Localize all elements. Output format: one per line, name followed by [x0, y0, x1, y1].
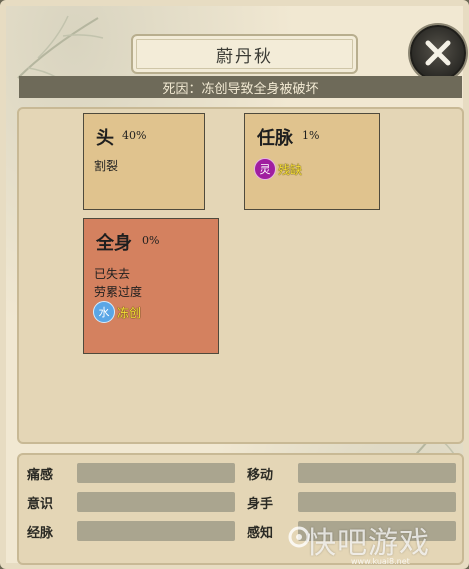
- status-tag-label: 残缺: [278, 162, 303, 177]
- character-name: 蔚丹秋: [216, 46, 273, 67]
- body-part-percent: 40%: [122, 129, 147, 142]
- stat-bar-movement: [298, 463, 456, 483]
- stat-bar-pain: [77, 463, 235, 483]
- stat-label-movement: 移动: [247, 468, 274, 483]
- body-part-name: 头: [96, 128, 114, 149]
- body-part-percent: 1%: [302, 129, 320, 142]
- close-button[interactable]: [410, 25, 466, 81]
- watermark-text: 快吧游戏: [306, 526, 430, 561]
- death-cause-banner: 死因：冻创导致全身被破坏: [19, 76, 462, 98]
- character-name-plate: 蔚丹秋: [131, 34, 358, 74]
- stat-bar-consciousness: [77, 492, 235, 512]
- stat-label-perception: 感知: [247, 526, 274, 541]
- status-tag[interactable]: 水 冻创: [93, 301, 141, 323]
- stat-bar-agility: [298, 492, 456, 512]
- body-part-card-whole-body[interactable]: 全身 0% 已失去 劳累过度 水 冻创: [83, 218, 219, 354]
- body-part-condition: 割裂: [94, 157, 118, 175]
- condition-line: 劳累过度: [94, 285, 143, 299]
- stat-label-meridian: 经脉: [27, 526, 54, 541]
- close-x-icon: [425, 40, 451, 66]
- body-part-name: 任脉: [257, 128, 293, 149]
- body-part-condition: 已失去 劳累过度: [94, 265, 142, 301]
- stat-label-agility: 身手: [247, 497, 274, 512]
- status-tag[interactable]: 灵 残缺: [254, 158, 302, 180]
- body-part-card-ren-meridian[interactable]: 任脉 1% 灵 残缺: [244, 113, 380, 210]
- water-orb-icon: 水: [93, 301, 115, 323]
- stat-bar-meridian: [77, 521, 235, 541]
- stat-label-pain: 痛感: [27, 468, 54, 483]
- body-part-percent: 0%: [142, 234, 160, 247]
- body-part-card-head[interactable]: 头 40% 割裂: [83, 113, 205, 210]
- stat-label-consciousness: 意识: [27, 497, 54, 512]
- condition-line: 已失去: [94, 267, 131, 281]
- condition-line: 割裂: [94, 159, 119, 173]
- status-tag-label: 冻创: [117, 305, 142, 320]
- body-part-name: 全身: [96, 233, 132, 254]
- spirit-orb-icon: 灵: [254, 158, 276, 180]
- character-detail-window: 蔚丹秋 死因：冻创导致全身被破坏 头 40% 割裂 任脉 1% 灵 残缺 全身 …: [0, 0, 469, 569]
- death-cause-text: 死因：冻创导致全身被破坏: [162, 81, 319, 97]
- watermark-url: www.kuai8.net: [351, 557, 410, 566]
